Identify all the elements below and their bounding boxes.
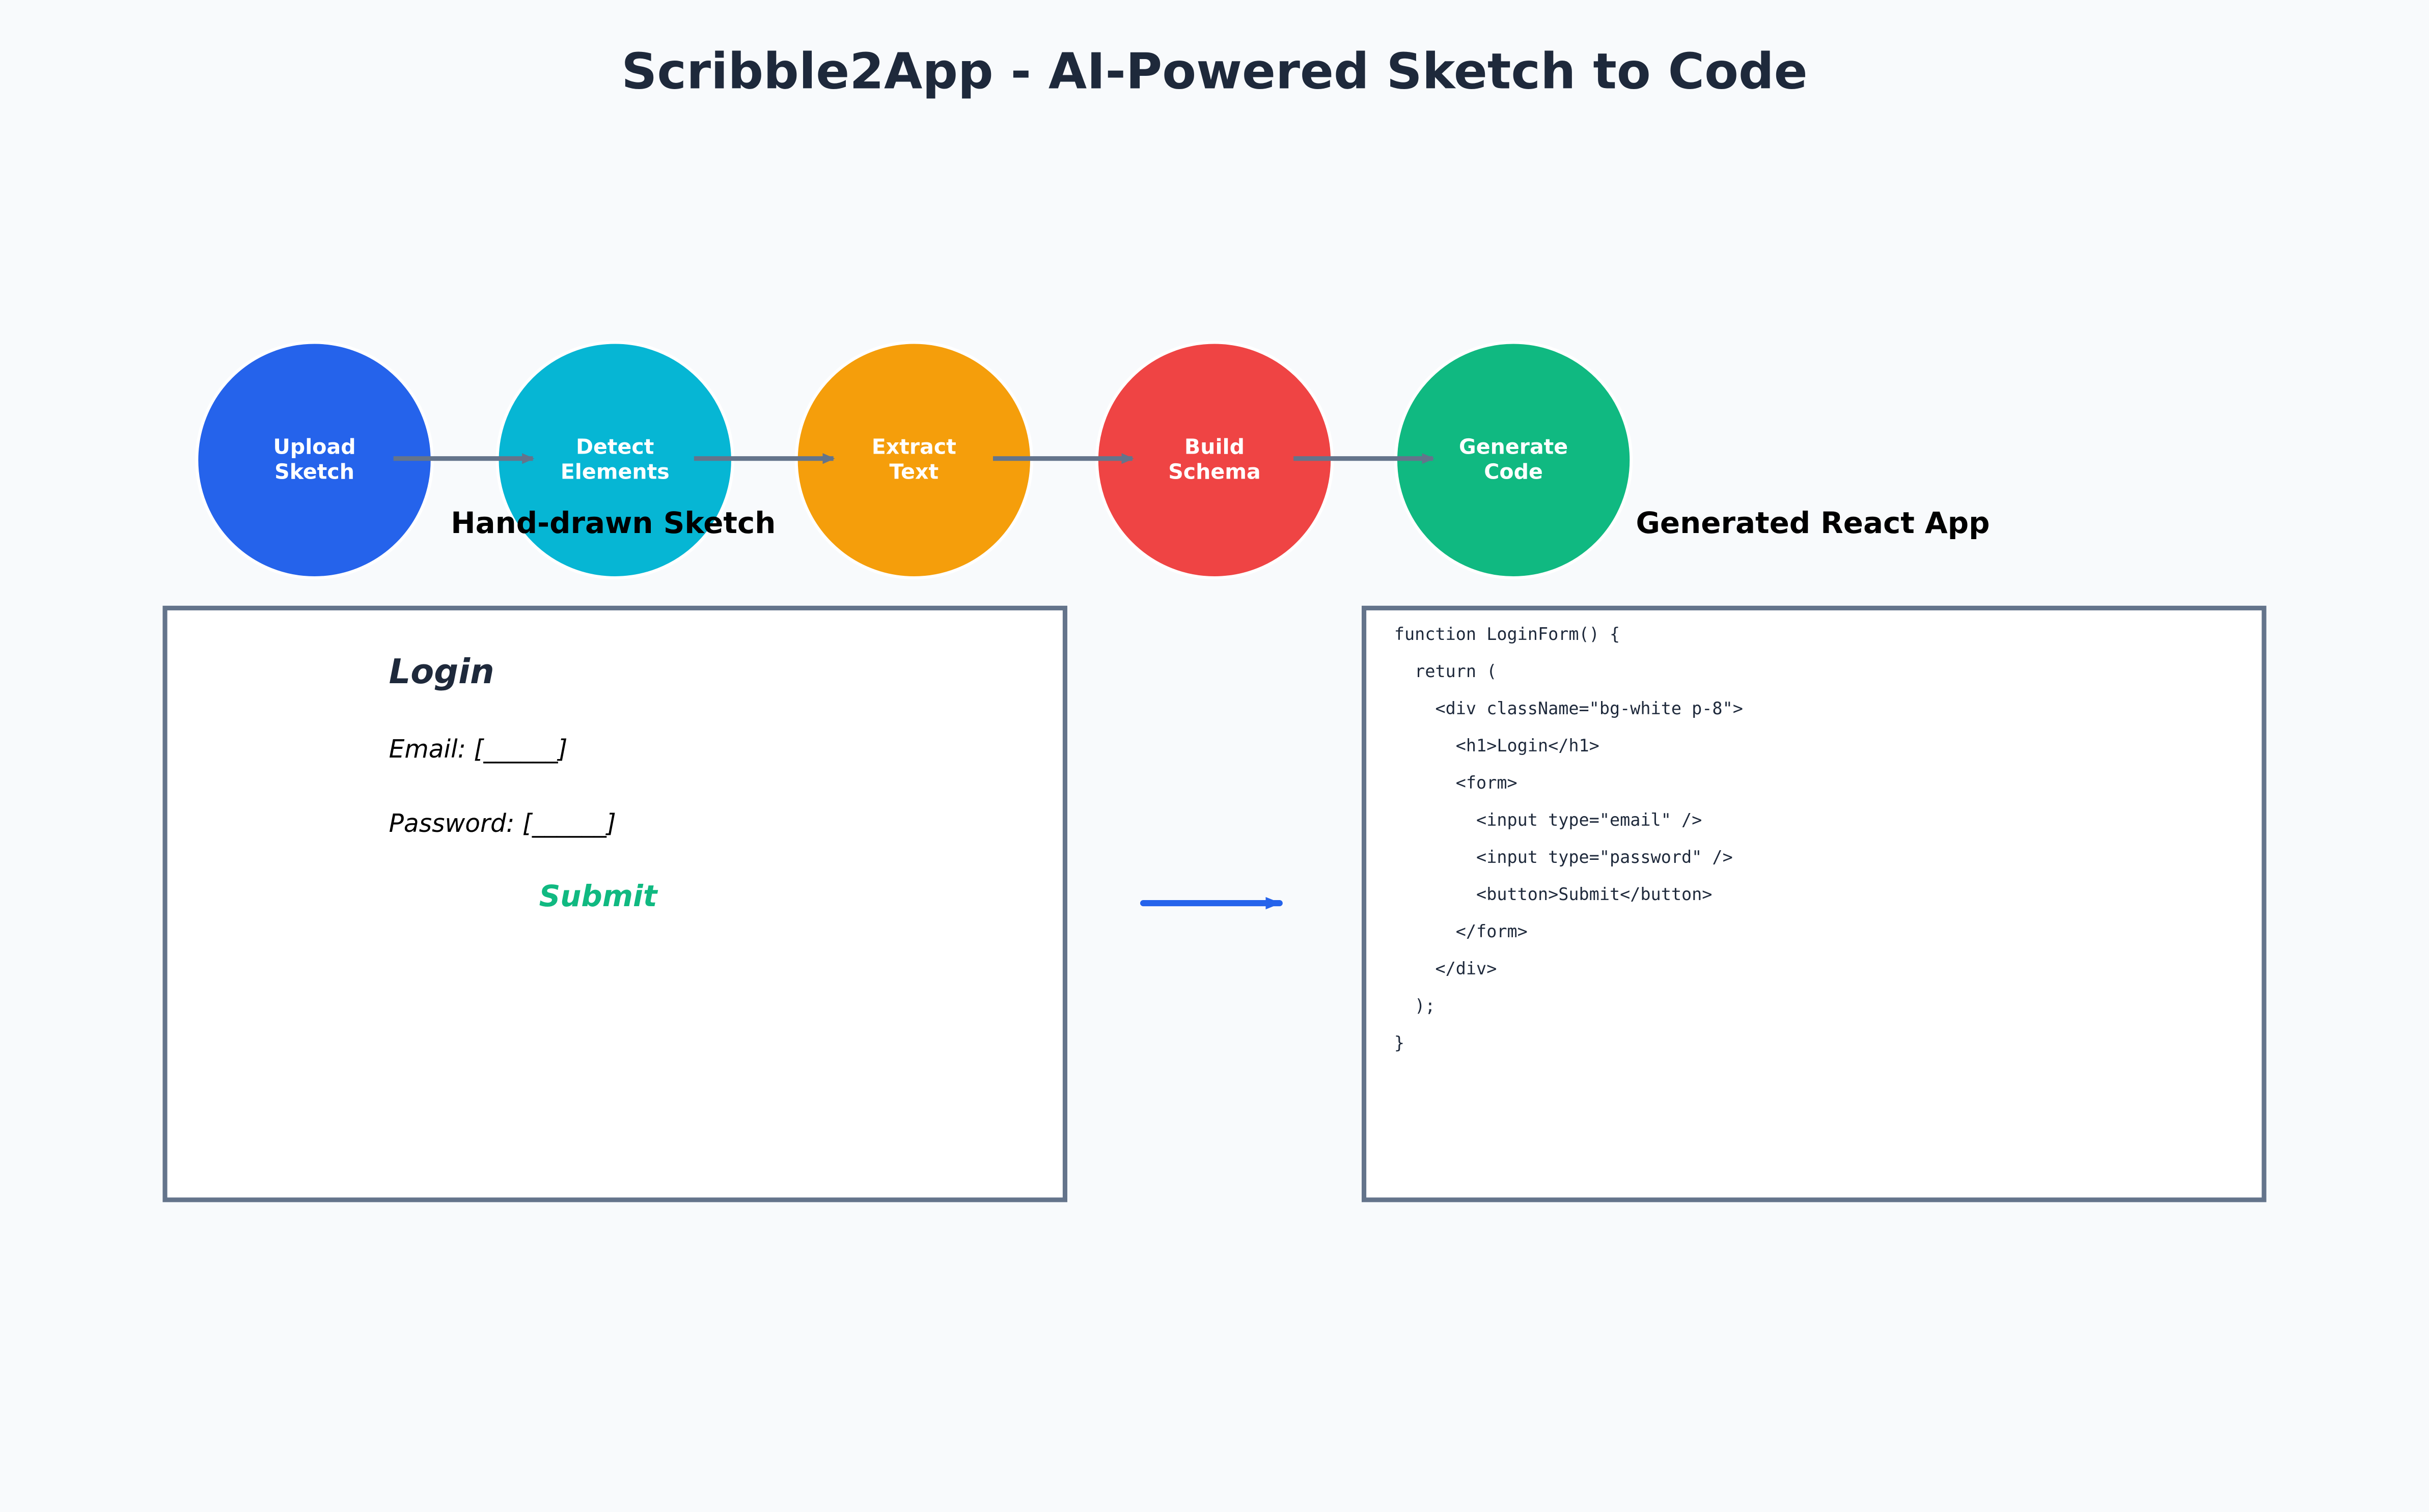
code-line: <div className="bg-white p-8">	[1394, 698, 1743, 719]
code-line: <h1>Login</h1>	[1394, 736, 1599, 756]
code-line: function LoginForm() {	[1394, 624, 1620, 645]
sketch-section-title: Hand-drawn Sketch	[451, 507, 776, 541]
code-line: <input type="email" />	[1394, 810, 1702, 831]
sketch-panel: Login Email: [______] Password: [______]…	[162, 605, 1068, 1202]
sketch-submit: Submit	[539, 880, 657, 914]
code-line: <button>Submit</button>	[1394, 884, 1713, 905]
code-panel: function LoginForm() { return ( <div cla…	[1362, 605, 2267, 1202]
code-line: return (	[1394, 661, 1497, 682]
sketch-heading: Login	[389, 654, 494, 693]
sketch-password-line: Password: [______]	[389, 808, 616, 838]
code-section-title: Generated React App	[1636, 507, 1990, 541]
code-line: <input type="password" />	[1394, 847, 1733, 868]
sketch-email-line: Email: [______]	[389, 734, 568, 764]
diagram-canvas: Scribble2App - AI-Powered Sketch to Code…	[0, 0, 2429, 1512]
code-line: </div>	[1394, 959, 1497, 979]
code-line: }	[1394, 1033, 1405, 1054]
code-line: <form>	[1394, 773, 1517, 794]
code-line: );	[1394, 996, 1436, 1017]
code-line: </form>	[1394, 921, 1528, 942]
